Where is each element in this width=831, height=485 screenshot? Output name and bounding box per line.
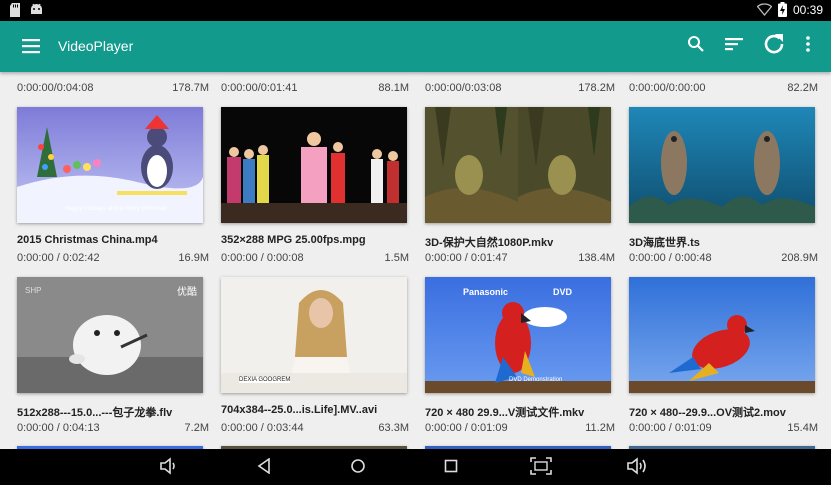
video-thumbnail[interactable]: SHP 优酷 [17, 277, 203, 393]
video-size: 88.1M [378, 82, 409, 94]
thumbnail-caption: DVD Demonstration [509, 377, 563, 383]
menu-button[interactable] [20, 35, 42, 57]
video-size: 138.4M [578, 252, 615, 264]
video-duration: 0:00:00 / 0:01:09 [425, 422, 508, 434]
list-item[interactable]: Panasonic DVD DVD Demonstration 720 × 48… [425, 277, 619, 437]
video-size: 11.2M [585, 422, 615, 434]
list-item[interactable]: 3D-保护大自然1080P.mkv 0:00:00 / 0:01:47 138.… [425, 107, 619, 267]
video-name: 720 × 480--29.9...OV测试2.mov [629, 407, 786, 419]
back-icon [257, 456, 271, 479]
video-duration: 0:00:00 / 0:00:48 [629, 252, 712, 264]
list-item[interactable]: DEXIA GOOGREM 704x384--25.0...is.Life].M… [221, 277, 415, 437]
video-size: 178.2M [578, 82, 615, 94]
screenshot-button[interactable] [530, 456, 552, 480]
status-bar: 00:39 [0, 0, 831, 21]
list-item[interactable]: 3D海底世界.ts 0:00:00 / 0:00:48 208.9M [629, 107, 823, 267]
thumbnail-caption: Happy holidays and a merry christmas [65, 206, 168, 212]
video-duration: 0:00:00 / 0:01:09 [629, 422, 712, 434]
refresh-button[interactable] [762, 32, 786, 61]
video-duration: 0:00:00/0:04:08 [17, 82, 94, 94]
system-status: 00:39 [756, 2, 823, 17]
list-item[interactable]: Happy holidays and a merry christmas 201… [17, 107, 211, 267]
video-size: 82.2M [787, 82, 818, 94]
battery-charging-icon [777, 2, 787, 17]
hamburger-menu-icon [20, 39, 42, 61]
home-button[interactable] [347, 457, 369, 479]
video-name: 720 × 480 29.9...V测试文件.mkv [425, 407, 585, 419]
video-thumbnail[interactable] [629, 107, 815, 223]
video-thumbnail[interactable]: Panasonic DVD DVD Demonstration [425, 277, 611, 393]
video-thumbnail[interactable]: Happy holidays and a merry christmas [17, 107, 203, 223]
sort-button[interactable] [722, 34, 746, 58]
video-duration: 0:00:00/0:03:08 [425, 82, 502, 94]
refresh-icon [762, 32, 786, 61]
video-thumbnail[interactable] [629, 277, 815, 393]
app-bar: VideoPlayer [0, 21, 831, 72]
video-size: 15.4M [787, 422, 818, 434]
video-size: 208.9M [781, 252, 818, 264]
home-icon [350, 458, 366, 479]
thumbnail-logo-dvd: DVD [553, 287, 573, 297]
video-duration: 0:00:00 / 0:00:08 [221, 252, 304, 264]
recents-button[interactable] [440, 457, 462, 479]
thumbnail-watermark: SHP [25, 286, 42, 295]
sd-card-icon [9, 3, 21, 17]
search-icon [687, 35, 705, 58]
app-title: VideoPlayer [58, 38, 134, 54]
video-duration: 0:00:00 / 0:03:44 [221, 422, 304, 434]
list-item[interactable]: 720 × 480--29.9...OV测试2.mov 0:00:00 / 0:… [629, 277, 823, 437]
sort-icon [723, 35, 745, 58]
video-thumbnail[interactable] [425, 107, 611, 223]
more-vertical-icon [805, 35, 811, 58]
video-thumbnail[interactable] [221, 107, 407, 223]
list-item[interactable]: 352×288 MPG 25.00fps.mpg 0:00:00 / 0:00:… [221, 107, 415, 267]
search-button[interactable] [684, 34, 708, 58]
video-duration: 0:00:00 / 0:01:47 [425, 252, 508, 264]
list-item[interactable]: SHP 优酷 512x288---15.0...---包子龙拳.flv 0:00… [17, 277, 211, 437]
volume-down-icon [159, 456, 179, 480]
video-size: 7.2M [184, 422, 209, 434]
android-icon [30, 3, 43, 17]
video-name: 704x384--25.0...is.Life].MV..avi [221, 404, 378, 416]
video-size: 63.3M [378, 422, 409, 434]
video-size: 178.7M [172, 82, 209, 94]
video-name: 3D-保护大自然1080P.mkv [425, 237, 554, 249]
video-size: 1.5M [384, 252, 409, 264]
volume-up-button[interactable] [626, 456, 648, 480]
thumbnail-logo-panasonic: Panasonic [463, 287, 509, 297]
more-options-button[interactable] [796, 34, 820, 58]
video-name: 352×288 MPG 25.00fps.mpg [221, 234, 366, 246]
video-thumbnail[interactable]: DEXIA GOOGREM [221, 277, 407, 393]
status-time: 00:39 [792, 2, 823, 17]
video-size: 16.9M [178, 252, 209, 264]
video-grid[interactable]: 0:00:00/0:04:08 178.7M 0:00:00/0:01:41 8… [0, 72, 831, 449]
back-button[interactable] [253, 456, 275, 479]
video-duration: 0:00:00 / 0:04:13 [17, 422, 100, 434]
volume-down-button[interactable] [158, 456, 180, 480]
wifi-icon [756, 3, 772, 16]
recents-icon [444, 459, 458, 478]
video-duration: 0:00:00/0:01:41 [221, 82, 298, 94]
thumbnail-caption: DEXIA GOOGREM [239, 377, 291, 383]
video-duration: 0:00:00 / 0:02:42 [17, 252, 100, 264]
screenshot-icon [530, 456, 552, 480]
video-name: 3D海底世界.ts [629, 237, 700, 249]
video-duration: 0:00:00/0:00:00 [629, 82, 706, 94]
video-name: 2015 Christmas China.mp4 [17, 234, 158, 246]
notification-icons [9, 3, 43, 17]
video-name: 512x288---15.0...---包子龙拳.flv [17, 407, 173, 419]
navigation-bar [0, 449, 831, 485]
thumbnail-watermark: 优酷 [177, 287, 197, 298]
volume-up-icon [626, 456, 648, 480]
